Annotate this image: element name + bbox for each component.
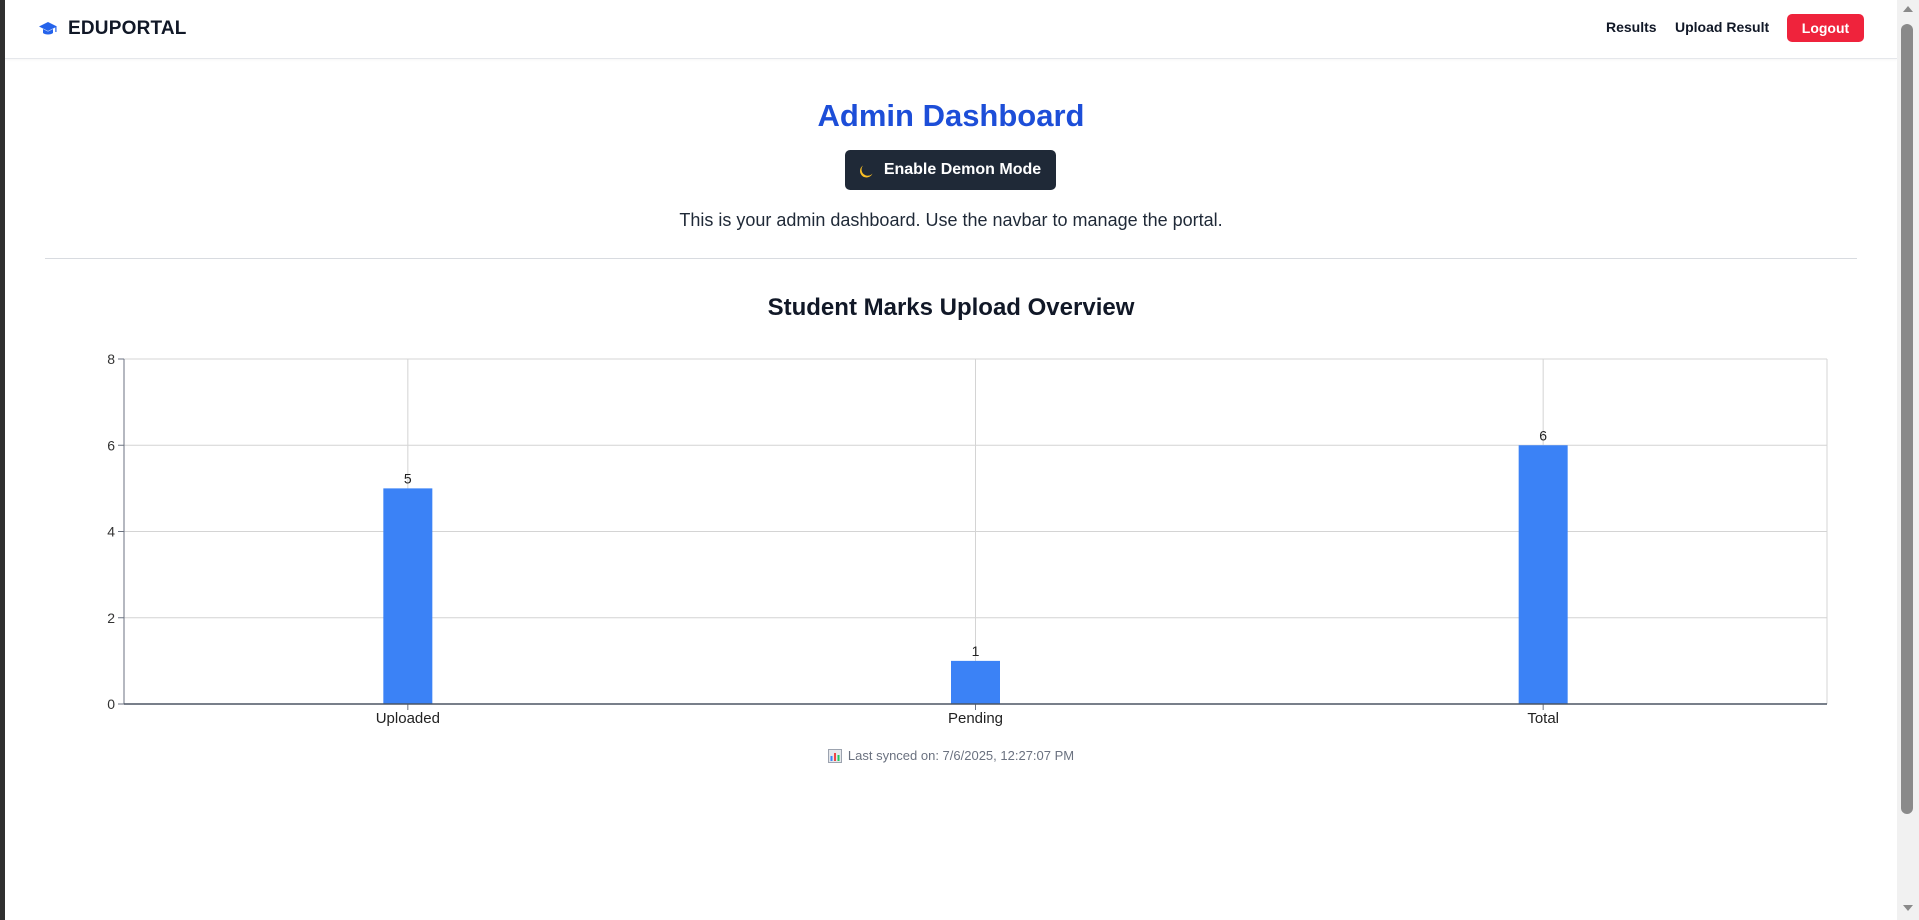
bar-value-label: 1 <box>972 643 980 659</box>
bar-chart-icon <box>827 748 842 763</box>
scroll-thumb[interactable] <box>1901 24 1913 814</box>
bar-chart: 0 2 4 6 8 5 Uploaded 1 Pending 6 Total <box>107 351 1828 727</box>
bar-value-label: 5 <box>404 470 412 486</box>
bar-pending <box>951 660 1000 704</box>
y-tick-label: 8 <box>107 351 115 367</box>
scroll-down-arrow-icon[interactable] <box>1903 905 1913 911</box>
scroll-up-arrow-icon[interactable] <box>1903 6 1913 12</box>
bar-value-label: 6 <box>1539 427 1547 443</box>
sync-text: Last synced on: 7/6/2025, 12:27:07 PM <box>847 748 1075 763</box>
y-tick-label: 2 <box>107 610 115 626</box>
x-tick-label: Uploaded <box>376 710 440 727</box>
y-tick-label: 0 <box>107 696 115 712</box>
x-tick-label: Pending <box>948 710 1003 727</box>
app-window: EDUPORTAL Results Upload Result Logout A… <box>5 0 1897 920</box>
sync-status: Last synced on: 7/6/2025, 12:27:07 PM <box>5 748 1897 763</box>
x-tick-label: Total <box>1527 710 1559 727</box>
bar-uploaded <box>383 488 433 704</box>
y-tick-label: 6 <box>107 437 115 453</box>
y-tick-label: 4 <box>107 524 115 540</box>
bar-total <box>1518 445 1568 704</box>
scrollbar[interactable] <box>1897 0 1919 920</box>
